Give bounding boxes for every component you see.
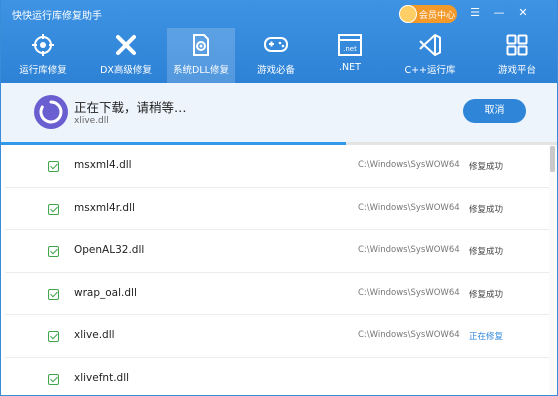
tab-cpp-runtime[interactable]: C++运行库	[383, 28, 477, 83]
svg-text:.net: .net	[343, 45, 357, 53]
dll-list-item[interactable]: xlive.dll C:\Windows\SysWOW64 正在修复	[5, 315, 549, 358]
list-scrollbar[interactable]	[549, 145, 557, 395]
dll-file-name: xlive.dll	[74, 329, 115, 341]
tab-system-dll-repair[interactable]: 系统DLL修复	[167, 28, 235, 83]
main-tabs: 运行库修复 DX高级修复 系统DLL修复 游戏必备 .net .NET C++运…	[1, 28, 557, 83]
tab-dx-repair[interactable]: DX高级修复	[85, 28, 167, 83]
dll-list-item[interactable]: msxml4.dll C:\Windows\SysWOW64 修复成功	[5, 145, 549, 188]
tab-label: 游戏必备	[256, 65, 295, 76]
tab-dotnet[interactable]: .net .NET	[317, 28, 383, 83]
repair-status: 正在修复	[469, 332, 504, 342]
download-status-title: 正在下载，请稍等…	[74, 100, 187, 115]
checkbox[interactable]	[48, 288, 59, 300]
menu-button[interactable]: ☰	[468, 6, 482, 20]
download-spinner-icon	[34, 95, 68, 129]
repair-status: 修复成功	[469, 204, 504, 215]
dll-file-name: wrap_oal.dll	[74, 286, 137, 299]
repair-status: 修复成功	[469, 289, 504, 300]
dll-file-path: C:\Windows\SysWOW64	[358, 330, 460, 340]
download-file-name: xlive.dll	[74, 116, 109, 126]
net-window-icon: .net	[338, 34, 362, 56]
close-button[interactable]: ✕	[516, 6, 530, 20]
scrollbar-thumb[interactable]	[550, 146, 555, 172]
checkbox[interactable]	[48, 161, 59, 172]
grid-icon	[506, 34, 528, 56]
dll-file-path: C:\Windows\SysWOW64	[358, 245, 460, 255]
dll-file-name: msxml4.dll	[74, 159, 132, 171]
minimize-button[interactable]: —	[492, 6, 506, 20]
dll-list-item[interactable]: wrap_oal.dll C:\Windows\SysWOW64 修复成功	[5, 273, 549, 315]
tab-label: 游戏平台	[497, 65, 536, 76]
repair-status: 修复成功	[469, 162, 504, 172]
tab-game-platform[interactable]: 游戏平台	[477, 28, 557, 83]
checkbox[interactable]	[48, 203, 59, 215]
avatar	[399, 5, 417, 23]
vip-center-label: 会员中心	[419, 11, 456, 21]
dll-list-item[interactable]: OpenAL32.dll C:\Windows\SysWOW64 修复成功	[5, 230, 549, 273]
dll-file-name: OpenAL32.dll	[74, 244, 145, 256]
repair-status: 修复成功	[469, 247, 504, 257]
checkbox[interactable]	[48, 246, 59, 257]
header: 快快运行库修复助手 会员中心 ☰ — ✕ 运行库修复 DX高级修复 系统DLL修…	[1, 0, 557, 83]
vip-center-button[interactable]: 会员中心	[399, 5, 457, 23]
cancel-button[interactable]: 取消	[463, 99, 526, 123]
gear-file-icon	[193, 34, 209, 56]
tab-label: 系统DLL修复	[173, 65, 229, 76]
tab-game-essentials[interactable]: 游戏必备	[235, 28, 317, 83]
tab-label: DX高级修复	[100, 65, 152, 76]
download-panel: 正在下载，请稍等… xlive.dll 取消	[1, 83, 557, 144]
title-bar: 快快运行库修复助手 会员中心 ☰ — ✕	[1, 0, 557, 28]
tab-label: .NET	[339, 62, 361, 73]
dll-file-path: C:\Windows\SysWOW64	[358, 160, 460, 170]
tab-label: C++运行库	[404, 65, 456, 76]
dll-file-path: C:\Windows\SysWOW64	[358, 202, 460, 213]
dll-list: msxml4.dll C:\Windows\SysWOW64 修复成功 msxml4r…	[5, 145, 549, 396]
checkbox[interactable]	[48, 373, 59, 385]
gamepad-icon	[264, 37, 288, 52]
visual-studio-icon	[419, 34, 441, 56]
dll-list-item[interactable]: xlivefnt.dll	[5, 358, 549, 396]
dll-file-name: xlivefnt.dll	[74, 371, 130, 384]
tab-label: 运行库修复	[19, 65, 67, 76]
dll-file-path: C:\Windows\SysWOW64	[358, 287, 460, 298]
app-window: 快快运行库修复助手 会员中心 ☰ — ✕ 运行库修复 DX高级修复 系统DLL修…	[0, 0, 558, 396]
crosshair-icon	[32, 34, 54, 56]
dll-list-item[interactable]: msxml4r.dll C:\Windows\SysWOW64 修复成功	[5, 188, 549, 230]
app-title: 快快运行库修复助手	[12, 11, 102, 22]
tab-runtime-repair[interactable]: 运行库修复	[1, 28, 85, 83]
x-icon	[116, 35, 136, 55]
dll-file-name: msxml4r.dll	[74, 201, 135, 214]
checkbox[interactable]	[48, 331, 59, 342]
